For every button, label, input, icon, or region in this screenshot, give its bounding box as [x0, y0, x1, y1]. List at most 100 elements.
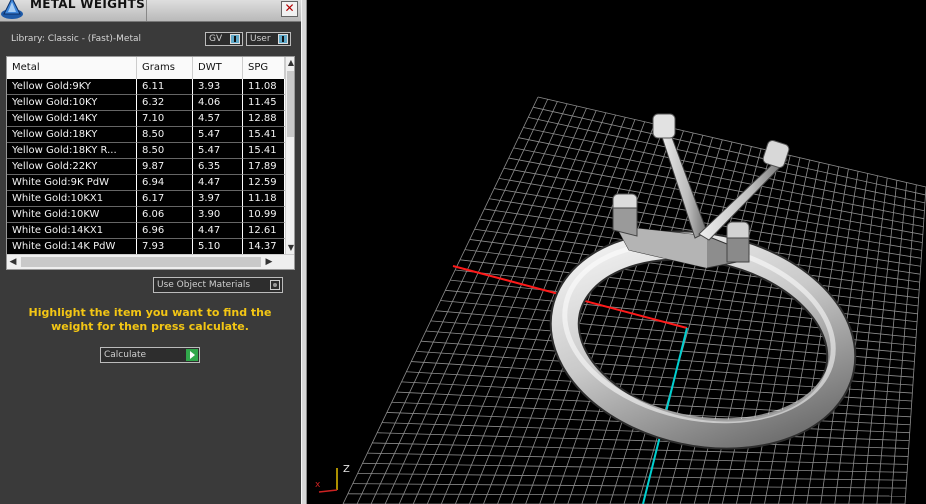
3d-viewport[interactable]: Z x [307, 0, 926, 504]
cell-dwt: 4.57 [193, 111, 243, 127]
gv-toggle-label: GV [209, 34, 223, 44]
toggle-knob-icon [230, 34, 240, 44]
cell-spg: 12.88 [243, 111, 285, 127]
viewport-canvas: Z x [315, 96, 926, 504]
cell-spg: 12.61 [243, 223, 285, 239]
cell-spg: 12.59 [243, 175, 285, 191]
calculate-button[interactable]: Calculate [100, 347, 200, 363]
column-header-metal[interactable]: Metal [7, 57, 137, 79]
scroll-left-icon[interactable]: ◀ [7, 255, 19, 269]
cell-grams: 9.87 [137, 159, 193, 175]
cell-grams: 6.96 [137, 223, 193, 239]
cell-grams: 6.32 [137, 95, 193, 111]
user-toggle-label: User [250, 34, 271, 44]
toggle-knob-icon [278, 34, 288, 44]
cell-metal: Yellow Gold:10KY [7, 95, 137, 111]
instruction-text: Highlight the item you want to find the … [28, 306, 272, 333]
grid-line [367, 452, 908, 465]
cell-spg: 14.37 [243, 239, 285, 255]
vertical-scroll-thumb[interactable] [287, 71, 294, 137]
table-row[interactable]: White Gold:14K PdW 7.93 5.10 14.37 [7, 239, 285, 255]
user-toggle[interactable]: User [246, 32, 291, 46]
cell-grams: 6.94 [137, 175, 193, 191]
table-header: Metal Grams DWT SPG [7, 57, 285, 80]
panel-titlebar: METAL WEIGHTS ✕ [0, 0, 301, 22]
metal-weights-panel: METAL WEIGHTS ✕ Library: Classic - (Fast… [0, 0, 301, 504]
cell-grams: 6.11 [137, 79, 193, 95]
table-row[interactable]: Yellow Gold:18KY 8.50 5.47 15.41 [7, 127, 285, 143]
cell-grams: 6.17 [137, 191, 193, 207]
table-body: Yellow Gold:9KY 6.11 3.93 11.08 Yellow Gold… [7, 79, 285, 255]
svg-text:x: x [315, 480, 321, 490]
cell-metal: White Gold:9K PdW [7, 175, 137, 191]
gv-toggle[interactable]: GV [205, 32, 243, 46]
app-logo-icon [1, 0, 23, 19]
library-label: Library: Classic - (Fast)-Metal [11, 34, 142, 44]
cell-dwt: 5.10 [193, 239, 243, 255]
scroll-up-icon[interactable]: ▲ [286, 57, 294, 69]
close-button[interactable]: ✕ [281, 1, 298, 17]
table-row[interactable]: Yellow Gold:10KY 6.32 4.06 11.45 [7, 95, 285, 111]
title-separator [146, 0, 147, 21]
cell-spg: 15.41 [243, 143, 285, 159]
play-arrow-icon [186, 349, 198, 361]
cell-dwt: 3.90 [193, 207, 243, 223]
cell-spg: 10.99 [243, 207, 285, 223]
cell-dwt: 4.47 [193, 223, 243, 239]
cell-spg: 11.45 [243, 95, 285, 111]
cell-metal: Yellow Gold:18KY R... [7, 143, 137, 159]
table-row[interactable]: White Gold:14KX1 6.96 4.47 12.61 [7, 223, 285, 239]
table-row[interactable]: Yellow Gold:22KY 9.87 6.35 17.89 [7, 159, 285, 175]
cell-grams: 8.50 [137, 143, 193, 159]
axis-gizmo: Z x [315, 464, 350, 493]
cell-metal: Yellow Gold:14KY [7, 111, 137, 127]
table-row[interactable]: Yellow Gold:18KY R... 8.50 5.47 15.41 [7, 143, 285, 159]
ring-model [549, 113, 857, 450]
cell-metal: Yellow Gold:9KY [7, 79, 137, 95]
column-header-spg[interactable]: SPG [243, 57, 285, 79]
column-header-dwt[interactable]: DWT [193, 57, 243, 79]
cell-dwt: 5.47 [193, 143, 243, 159]
table-row[interactable]: White Gold:10KX1 6.17 3.97 11.18 [7, 191, 285, 207]
grid-line [362, 462, 908, 473]
z-axis-label: Z [343, 464, 350, 475]
cell-metal: White Gold:10KX1 [7, 191, 137, 207]
table-row[interactable]: Yellow Gold:9KY 6.11 3.93 11.08 [7, 79, 285, 95]
cell-grams: 8.50 [137, 127, 193, 143]
horizontal-scrollbar[interactable]: ◀ ▶ [7, 254, 294, 269]
scroll-right-icon[interactable]: ▶ [263, 255, 275, 269]
grid-line [904, 186, 926, 504]
cell-spg: 15.41 [243, 127, 285, 143]
cell-dwt: 4.06 [193, 95, 243, 111]
use-object-materials-label: Use Object Materials [157, 280, 251, 290]
metal-table: Metal Grams DWT SPG Yellow Gold:9KY 6.11 3… [6, 56, 295, 270]
panel-title: METAL WEIGHTS [30, 0, 146, 11]
ground-grid [342, 96, 926, 504]
cell-metal: Yellow Gold:22KY [7, 159, 137, 175]
cell-grams: 7.93 [137, 239, 193, 255]
cell-dwt: 3.93 [193, 79, 243, 95]
table-row[interactable]: White Gold:10KW 6.06 3.90 10.99 [7, 207, 285, 223]
cell-dwt: 5.47 [193, 127, 243, 143]
calculate-label: Calculate [104, 350, 147, 360]
cell-spg: 11.18 [243, 191, 285, 207]
cell-metal: White Gold:10KW [7, 207, 137, 223]
cell-dwt: 4.47 [193, 175, 243, 191]
cell-dwt: 3.97 [193, 191, 243, 207]
cell-spg: 11.08 [243, 79, 285, 95]
cell-metal: Yellow Gold:18KY [7, 127, 137, 143]
cell-spg: 17.89 [243, 159, 285, 175]
cell-metal: White Gold:14K PdW [7, 239, 137, 255]
radio-icon [270, 280, 280, 290]
table-row[interactable]: White Gold:9K PdW 6.94 4.47 12.59 [7, 175, 285, 191]
horizontal-scroll-thumb[interactable] [21, 257, 261, 267]
column-header-grams[interactable]: Grams [137, 57, 193, 79]
cell-grams: 6.06 [137, 207, 193, 223]
use-object-materials-toggle[interactable]: Use Object Materials [153, 277, 283, 293]
cell-metal: White Gold:14KX1 [7, 223, 137, 239]
vertical-scrollbar[interactable]: ▲ ▼ [285, 57, 294, 254]
cell-dwt: 6.35 [193, 159, 243, 175]
cell-grams: 7.10 [137, 111, 193, 127]
table-row[interactable]: Yellow Gold:14KY 7.10 4.57 12.88 [7, 111, 285, 127]
scroll-down-icon[interactable]: ▼ [286, 242, 294, 254]
